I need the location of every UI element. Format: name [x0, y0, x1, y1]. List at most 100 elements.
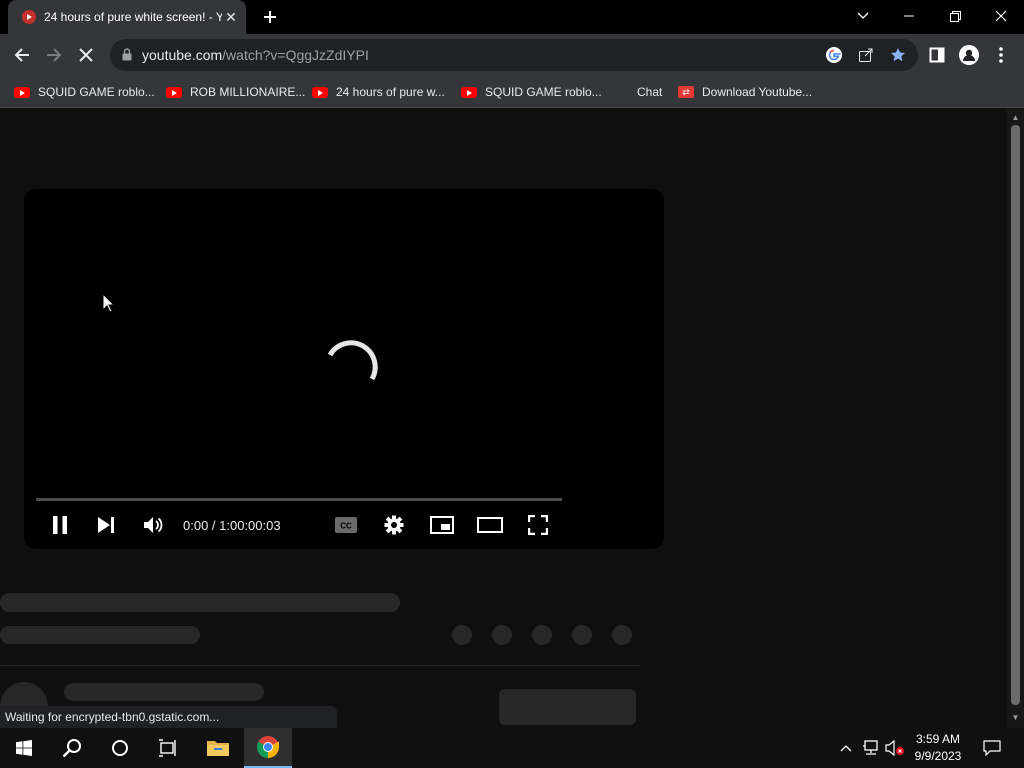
scrollbar-thumb[interactable]	[1011, 125, 1020, 705]
star-icon	[891, 48, 905, 62]
youtube-favicon-icon	[22, 10, 36, 24]
url-path: /watch?v=QggJzZdIYPI	[222, 47, 369, 63]
bookmark-label: Chat	[637, 85, 663, 99]
svg-text:CC: CC	[340, 522, 352, 531]
pause-icon	[53, 516, 67, 534]
task-view-button[interactable]	[144, 728, 192, 768]
miniplayer-button[interactable]	[428, 511, 456, 539]
chevron-down-icon	[857, 12, 869, 19]
address-bar[interactable]: youtube.com/watch?v=QggJzZdIYPI	[110, 39, 918, 71]
tab-title: 24 hours of pure white screen! - YouTube	[44, 10, 222, 24]
bookmark-item[interactable]: ⇄ Download Youtube...	[678, 82, 812, 102]
forward-button[interactable]	[41, 42, 67, 68]
url-text: youtube.com/watch?v=QggJzZdIYPI	[142, 47, 369, 63]
scroll-down-icon[interactable]: ▼	[1011, 713, 1020, 722]
cortana-button[interactable]	[96, 728, 144, 768]
subscribe-skeleton	[499, 689, 636, 725]
minimize-button[interactable]	[886, 0, 932, 32]
action-center-button[interactable]	[978, 728, 1006, 768]
profile-button[interactable]	[958, 44, 980, 66]
action-skeleton	[532, 625, 552, 645]
close-window-button[interactable]	[978, 0, 1024, 32]
share-button[interactable]	[856, 45, 876, 65]
clock-date: 9/9/2023	[914, 749, 962, 763]
fullscreen-button[interactable]	[524, 511, 552, 539]
divider	[0, 665, 640, 666]
volume-tray-button[interactable]	[884, 728, 906, 768]
youtube-icon	[14, 86, 30, 98]
menu-button[interactable]	[990, 44, 1012, 66]
clock[interactable]: 3:59 AM 9/9/2023	[904, 731, 972, 765]
tab-search-button[interactable]	[840, 0, 886, 32]
new-tab-button[interactable]	[258, 5, 282, 29]
bookmark-label: SQUID GAME roblo...	[485, 85, 602, 99]
lock-icon	[122, 48, 132, 61]
mouse-cursor-icon	[102, 293, 116, 313]
share-icon	[859, 48, 873, 62]
scroll-up-icon[interactable]: ▲	[1011, 113, 1020, 122]
volume-muted-icon	[885, 740, 904, 756]
bookmark-star-button[interactable]	[888, 45, 908, 65]
clock-time: 3:59 AM	[915, 732, 961, 746]
action-skeleton	[452, 625, 472, 645]
web-page: 0:00 / 1:00:00:03 CC Waiting for encrypt…	[0, 109, 1007, 730]
video-player[interactable]: 0:00 / 1:00:00:03 CC	[24, 189, 664, 549]
browser-tab[interactable]: 24 hours of pure white screen! - YouTube…	[8, 0, 246, 34]
plus-icon	[264, 11, 276, 23]
gear-icon	[384, 515, 404, 535]
loading-spinner-icon	[327, 340, 378, 381]
bookmark-label: SQUID GAME roblo...	[38, 85, 155, 99]
mute-button[interactable]	[139, 511, 167, 539]
windows-taskbar: 3:59 AM 9/9/2023	[0, 728, 1024, 768]
network-icon	[863, 740, 878, 755]
search-button[interactable]	[48, 728, 96, 768]
network-button[interactable]	[860, 728, 882, 768]
restore-button[interactable]	[932, 0, 978, 32]
minimize-icon	[904, 15, 914, 17]
bookmark-item[interactable]: ROB MILLIONAIRE...	[166, 82, 305, 102]
search-icon	[62, 739, 81, 758]
next-button[interactable]	[92, 511, 120, 539]
cortana-icon	[112, 740, 128, 756]
bookmark-label: ROB MILLIONAIRE...	[190, 85, 306, 99]
fullscreen-icon	[528, 515, 548, 535]
browser-toolbar: youtube.com/watch?v=QggJzZdIYPI	[0, 34, 1024, 76]
file-explorer-button[interactable]	[194, 728, 242, 768]
theater-mode-button[interactable]	[476, 511, 504, 539]
volume-icon	[144, 517, 163, 533]
bookmark-item[interactable]: SQUID GAME roblo...	[461, 82, 602, 102]
arrow-right-icon	[47, 48, 62, 62]
start-button[interactable]	[0, 728, 48, 768]
bookmark-item[interactable]: 24 hours of pure w...	[312, 82, 445, 102]
youtube-icon	[461, 86, 477, 98]
show-hidden-icons-button[interactable]	[836, 728, 856, 768]
page-scrollbar[interactable]: ▲ ▼	[1007, 109, 1024, 728]
bookmark-item[interactable]: SQUID GAME roblo...	[14, 82, 155, 102]
channel-skeleton	[64, 683, 264, 701]
windows-logo-icon	[16, 740, 32, 756]
google-icon	[826, 47, 842, 63]
title-skeleton	[0, 593, 400, 612]
pause-button[interactable]	[46, 511, 74, 539]
close-tab-icon[interactable]: ✕	[222, 8, 240, 26]
back-button[interactable]	[9, 42, 35, 68]
action-skeleton	[492, 625, 512, 645]
progress-bar[interactable]	[36, 498, 562, 501]
chrome-taskbar-button[interactable]	[244, 728, 292, 768]
close-icon	[79, 48, 93, 62]
captions-button[interactable]: CC	[332, 511, 360, 539]
stop-loading-button[interactable]	[73, 42, 99, 68]
bookmark-item-chat[interactable]: Chat	[637, 82, 662, 102]
restore-icon	[949, 10, 961, 22]
status-bubble: Waiting for encrypted-tbn0.gstatic.com..…	[0, 706, 338, 728]
theater-mode-icon	[477, 517, 503, 533]
settings-button[interactable]	[380, 511, 408, 539]
url-domain: youtube.com	[142, 47, 223, 63]
side-panel-button[interactable]	[926, 44, 948, 66]
google-lens-button[interactable]	[824, 45, 844, 65]
action-skeleton	[572, 625, 592, 645]
bookmark-label: Download Youtube...	[702, 85, 813, 99]
kebab-menu-icon	[999, 47, 1003, 63]
screen: 24 hours of pure white screen! - YouTube…	[0, 0, 1024, 768]
subtitle-skeleton	[0, 626, 200, 644]
